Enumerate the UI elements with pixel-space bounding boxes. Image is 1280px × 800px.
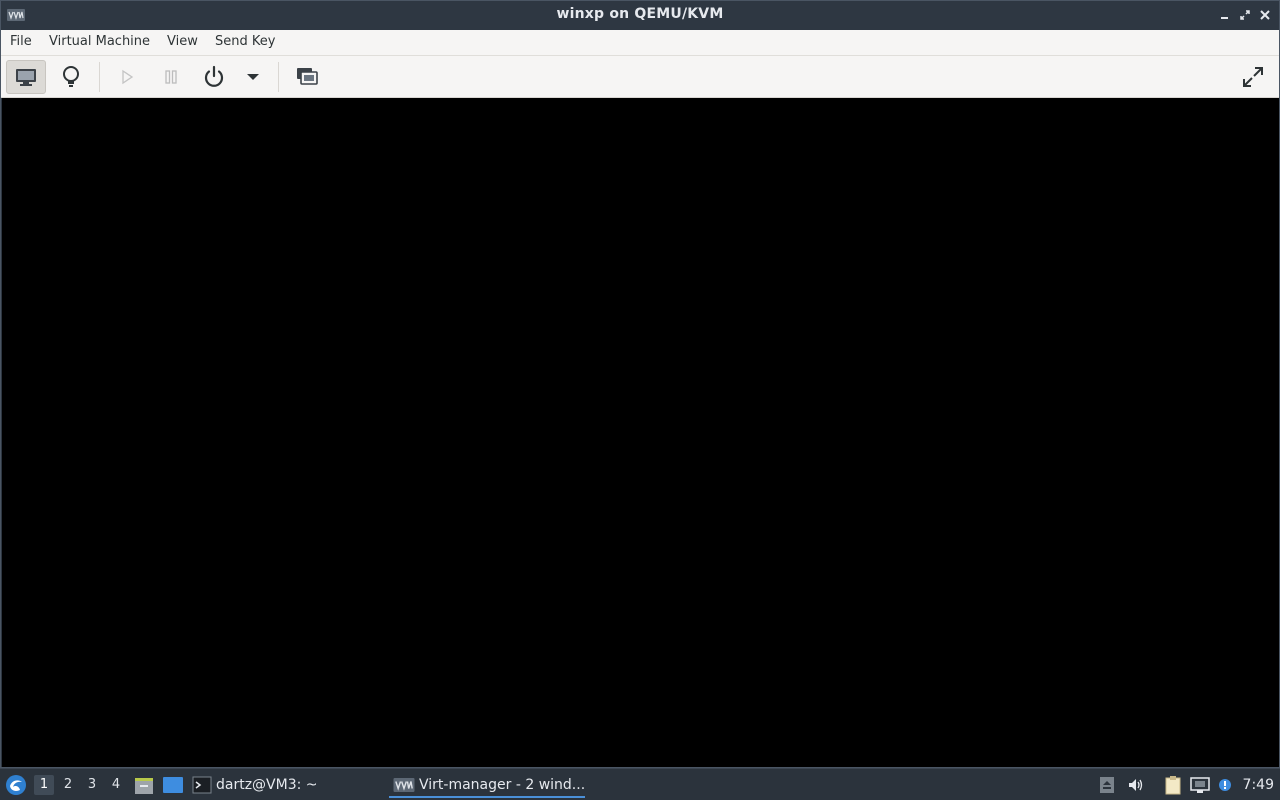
start-menu-button[interactable] bbox=[5, 774, 27, 796]
menu-send-key[interactable]: Send Key bbox=[215, 34, 275, 49]
pause-icon bbox=[165, 70, 177, 84]
toolbar-separator bbox=[278, 62, 279, 92]
workspace-1[interactable]: 1 bbox=[34, 775, 54, 795]
workspace-3[interactable]: 3 bbox=[82, 775, 102, 795]
vm-display[interactable] bbox=[2, 98, 1279, 767]
tray-eject[interactable] bbox=[1097, 775, 1117, 795]
show-desktop-launcher[interactable] bbox=[162, 775, 184, 795]
maximize-icon[interactable] bbox=[1237, 7, 1253, 23]
task-terminal-label: dartz@VM3: ~ bbox=[216, 777, 318, 793]
task-virt-manager-label: Virt-manager - 2 wind... bbox=[419, 777, 586, 793]
window-titlebar[interactable]: winxp on QEMU/KVM bbox=[1, 1, 1279, 30]
eject-icon bbox=[1100, 777, 1114, 793]
file-manager-icon bbox=[135, 778, 153, 794]
power-button[interactable] bbox=[194, 60, 234, 94]
lxqt-logo-icon bbox=[6, 775, 26, 795]
task-virt-manager[interactable]: Virt-manager - 2 wind... bbox=[389, 772, 585, 798]
window-title: winxp on QEMU/KVM bbox=[556, 6, 724, 22]
workspace-4[interactable]: 4 bbox=[106, 775, 126, 795]
desktop-icon bbox=[163, 777, 183, 793]
taskbar: 1 2 3 4 dartz@VM3: ~ Virt-manager - 2 wi… bbox=[0, 768, 1280, 800]
console-icon bbox=[16, 69, 36, 86]
power-icon bbox=[204, 65, 224, 87]
menu-file[interactable]: File bbox=[10, 34, 32, 49]
run-button[interactable] bbox=[107, 60, 147, 94]
workspace-2[interactable]: 2 bbox=[58, 775, 78, 795]
tray-clipboard[interactable] bbox=[1163, 775, 1183, 795]
tray-network[interactable] bbox=[1190, 775, 1210, 795]
menubar: File Virtual Machine View Send Key bbox=[1, 30, 1279, 56]
power-menu-button[interactable] bbox=[233, 60, 273, 94]
menu-view[interactable]: View bbox=[167, 34, 198, 49]
snapshots-icon bbox=[297, 68, 318, 85]
details-icon bbox=[63, 66, 79, 87]
toolbar-separator bbox=[99, 62, 100, 92]
vm-viewer-window: winxp on QEMU/KVM File Virtual Machine V… bbox=[0, 0, 1280, 768]
file-manager-launcher[interactable] bbox=[134, 775, 154, 795]
chevron-down-icon bbox=[247, 74, 259, 80]
task-terminal[interactable]: dartz@VM3: ~ bbox=[192, 772, 318, 798]
details-button[interactable] bbox=[51, 60, 91, 94]
menu-virtual-machine[interactable]: Virtual Machine bbox=[49, 34, 150, 49]
fullscreen-icon bbox=[1243, 67, 1263, 87]
pause-button[interactable] bbox=[151, 60, 191, 94]
fullscreen-button[interactable] bbox=[1233, 60, 1273, 94]
console-button[interactable] bbox=[6, 60, 46, 94]
tray-volume[interactable] bbox=[1126, 775, 1146, 795]
clipboard-icon bbox=[1165, 776, 1181, 795]
run-icon bbox=[122, 69, 134, 85]
snapshots-button[interactable] bbox=[287, 60, 327, 94]
clock[interactable]: 7:49 bbox=[1243, 775, 1274, 795]
tray-notification[interactable] bbox=[1215, 775, 1235, 795]
volume-icon bbox=[1129, 779, 1143, 791]
minimize-icon[interactable] bbox=[1217, 7, 1233, 23]
toolbar bbox=[1, 56, 1279, 98]
close-icon[interactable] bbox=[1257, 7, 1273, 23]
virt-manager-icon bbox=[393, 778, 415, 792]
terminal-icon bbox=[192, 776, 212, 794]
network-icon bbox=[1190, 777, 1210, 793]
info-icon bbox=[1219, 779, 1231, 791]
